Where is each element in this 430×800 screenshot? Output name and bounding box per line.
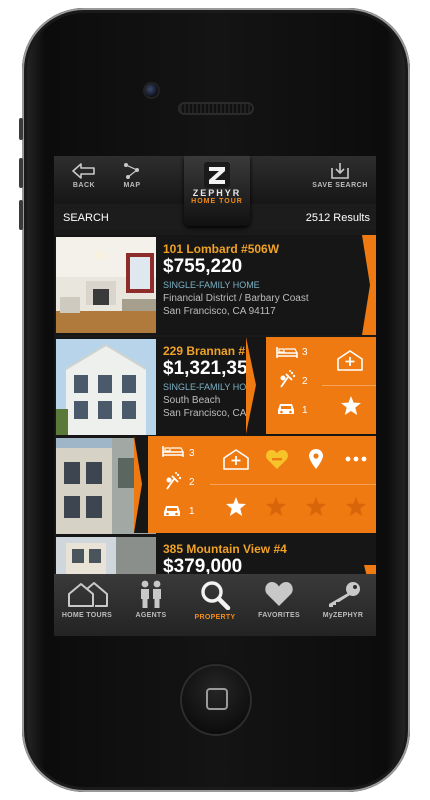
baths-count: 2	[302, 376, 308, 387]
map-button[interactable]: MAP	[116, 162, 148, 189]
mute-switch	[19, 118, 23, 140]
star-empty-icon[interactable]	[345, 496, 367, 517]
listing-price: $379,000	[163, 556, 243, 575]
bed-icon	[162, 446, 184, 457]
logo-subtitle: HOME TOUR	[191, 198, 243, 205]
car-icon	[164, 506, 180, 516]
people-icon	[141, 580, 161, 608]
save-search-button[interactable]: SAVE SEARCH	[308, 162, 372, 189]
add-to-tour-icon[interactable]	[336, 349, 364, 371]
listing-price: $755,220	[163, 256, 243, 277]
listing-photo	[56, 339, 156, 435]
search-label[interactable]: SEARCH	[63, 212, 109, 224]
results-count: 2512 Results	[305, 212, 370, 224]
row-drawer-tab[interactable]	[356, 535, 376, 575]
volume-up-button	[19, 158, 23, 188]
beds-count: 3	[302, 347, 308, 358]
tab-home-tours[interactable]: HOME TOURS	[55, 580, 119, 619]
star-empty-icon[interactable]	[265, 496, 287, 517]
row-drawer-tab[interactable]	[356, 235, 376, 335]
star-icon[interactable]	[340, 395, 362, 416]
home-square-icon	[206, 688, 228, 710]
expanded-actions-panel: 3 2 1	[134, 436, 376, 533]
listing-row[interactable]: 101 Lombard #506W $755,220 SINGLE-FAMILY…	[54, 235, 376, 335]
tab-label: FAVORITES	[258, 612, 300, 619]
star-empty-icon[interactable]	[305, 496, 327, 517]
zephyr-z-icon	[204, 162, 230, 188]
listing-row[interactable]: 385 Mountain View #4 $379,000	[54, 535, 376, 575]
magnifier-icon	[201, 581, 231, 610]
app-screen: BACK MAP SAVE SEARCH ZEPHYR HOME TOUR SE…	[54, 156, 376, 636]
tab-label: AGENTS	[135, 612, 167, 619]
bed-icon	[276, 347, 298, 358]
tab-label: PROPERTY	[194, 614, 236, 621]
listing-photo	[56, 237, 156, 333]
shower-icon	[166, 472, 182, 490]
key-icon	[329, 582, 360, 607]
zephyr-logo: ZEPHYR HOME TOUR	[184, 156, 250, 226]
listing-info: 385 Mountain View #4 $379,000	[163, 542, 363, 575]
listing-address: 385 Mountain View #4	[163, 542, 287, 556]
houses-icon	[68, 582, 108, 607]
earpiece-speaker	[180, 104, 252, 113]
map-route-icon	[124, 163, 139, 179]
heart-icon	[265, 582, 293, 606]
download-tray-icon	[331, 163, 349, 179]
back-label: BACK	[72, 182, 96, 189]
parking-count: 1	[189, 506, 195, 517]
beds-count: 3	[189, 448, 195, 459]
star-icon[interactable]	[225, 496, 247, 517]
bottom-tab-bar: HOME TOURS AGENTS PROPERTY FAVORITES MyZ…	[54, 574, 376, 636]
add-to-tour-icon[interactable]	[222, 448, 250, 470]
map-pin-icon[interactable]	[308, 448, 324, 470]
listing-type: SINGLE-FAMILY HOME	[163, 280, 260, 290]
listing-area: Financial District / Barbary Coast	[163, 293, 309, 304]
logo-name: ZEPHYR	[192, 188, 242, 198]
tab-favorites[interactable]: FAVORITES	[247, 580, 311, 619]
back-button[interactable]: BACK	[66, 162, 102, 189]
save-search-label: SAVE SEARCH	[312, 182, 368, 189]
quick-info-panel: 3 2 1	[246, 337, 376, 434]
listing-photo	[56, 537, 156, 575]
map-label: MAP	[123, 182, 141, 189]
baths-count: 2	[189, 477, 195, 488]
listing-address: 101 Lombard #506W	[163, 242, 280, 256]
back-arrow-icon	[72, 163, 95, 179]
more-options-icon[interactable]	[345, 456, 367, 462]
favorite-remove-icon[interactable]	[265, 449, 289, 470]
tab-label: HOME TOURS	[61, 612, 113, 619]
tab-property[interactable]: PROPERTY	[183, 580, 247, 621]
listing-city: San Francisco, CA 94117	[163, 306, 276, 317]
car-icon	[278, 404, 294, 414]
front-camera	[145, 84, 158, 97]
shower-icon	[280, 370, 296, 388]
volume-down-button	[19, 200, 23, 230]
listing-info: 101 Lombard #506W $755,220 SINGLE-FAMILY…	[163, 242, 363, 318]
tab-label: MyZEPHYR	[322, 612, 364, 619]
tab-agents[interactable]: AGENTS	[119, 580, 183, 619]
tab-myzephyr[interactable]: MyZEPHYR	[311, 580, 375, 619]
parking-count: 1	[302, 405, 308, 416]
